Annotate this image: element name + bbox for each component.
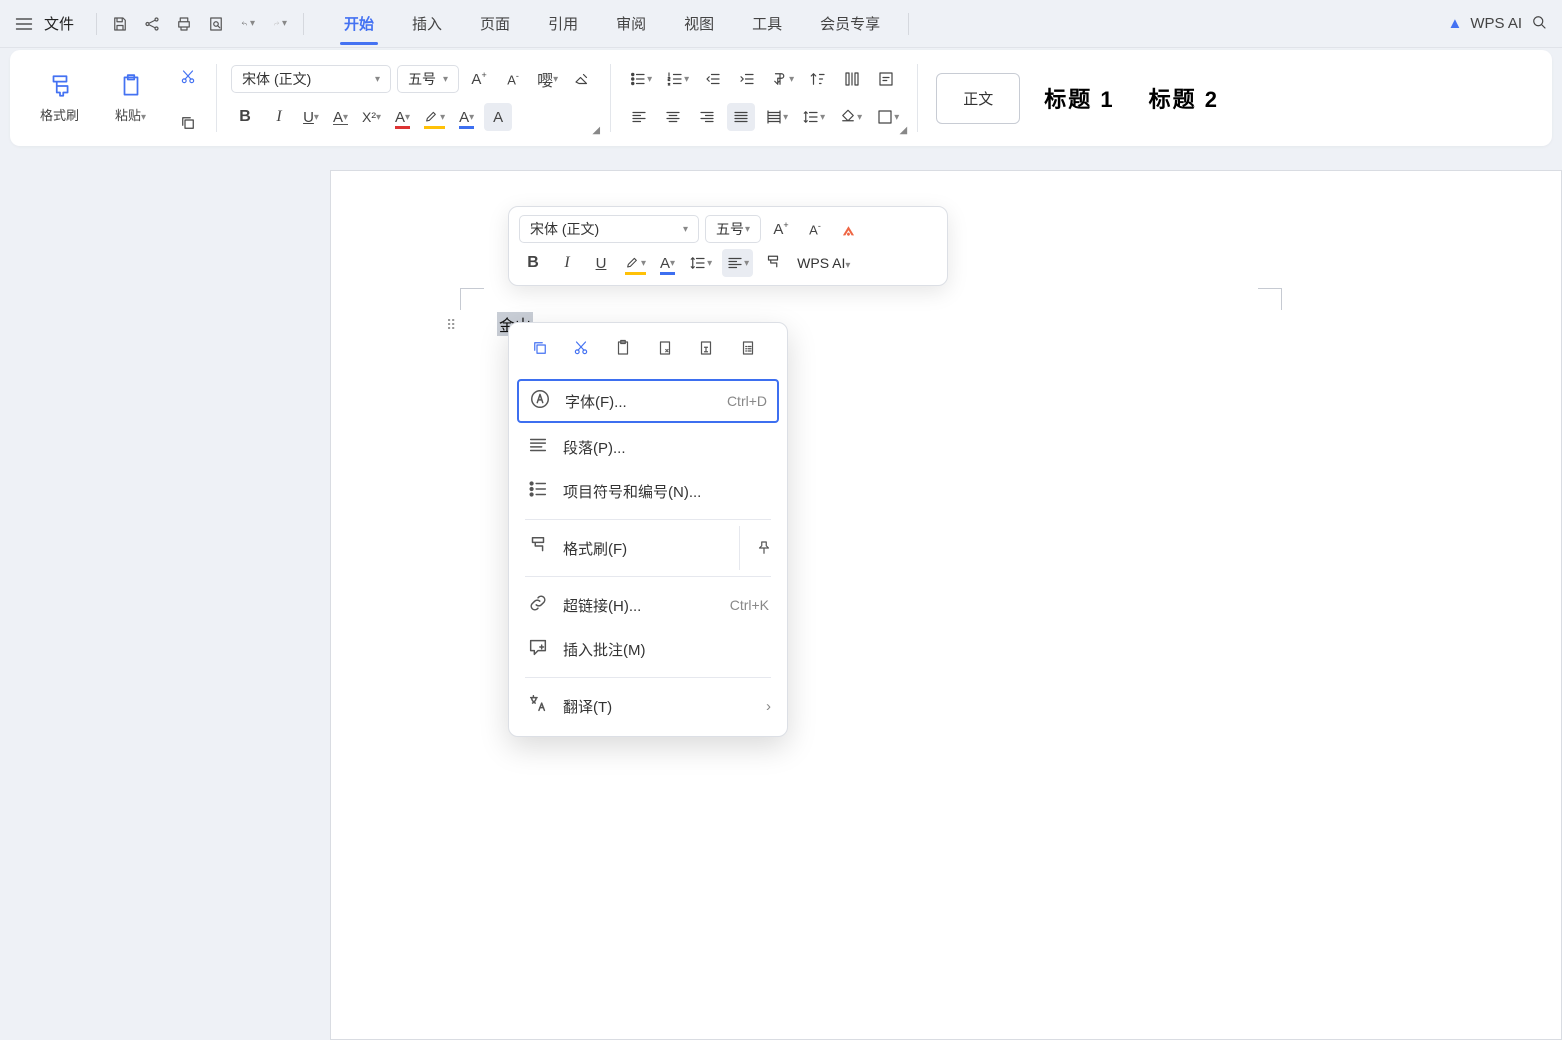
cm-format-painter-item[interactable]: 格式刷(F)	[509, 526, 739, 570]
bold-button[interactable]: B	[231, 103, 259, 131]
search-icon[interactable]	[1530, 13, 1548, 35]
file-menu[interactable]: 文件	[44, 13, 74, 34]
print-preview-icon[interactable]	[205, 13, 227, 35]
grow-font-button[interactable]: A+	[465, 65, 493, 93]
hyperlink-icon	[527, 592, 549, 618]
tab-page[interactable]: 页面	[476, 5, 514, 42]
tab-insert[interactable]: 插入	[408, 5, 446, 42]
copy-button[interactable]	[174, 109, 202, 137]
cm-format-painter-pin-icon[interactable]	[739, 526, 787, 570]
align-distribute-button[interactable]	[838, 65, 866, 93]
cm-bullets-item[interactable]: 项目符号和编号(N)...	[509, 469, 787, 513]
strikethrough-button[interactable]: A▾	[329, 103, 352, 131]
mini-grow-font-button[interactable]: A+	[767, 215, 795, 243]
share-icon[interactable]	[141, 13, 163, 35]
mini-font-family-select[interactable]: 宋体 (正文)▾	[519, 215, 699, 243]
format-painter-menu-icon	[527, 535, 549, 561]
save-icon[interactable]	[109, 13, 131, 35]
undo-button[interactable]: ▾	[237, 13, 259, 35]
mini-wps-ai-button[interactable]: WPS AI▾	[797, 255, 850, 271]
mini-toolbar: 宋体 (正文)▾ 五号▾ A+ A- ⟑ B I U ▾ A▾ ▾ ▾ WPS …	[508, 206, 948, 286]
change-case-button[interactable]: 嘤▾	[533, 65, 562, 93]
numbering-button[interactable]: ▾	[662, 65, 693, 93]
cm-paste-icon[interactable]	[614, 339, 640, 365]
print-icon[interactable]	[173, 13, 195, 35]
margin-mark-right	[1258, 288, 1282, 310]
format-painter-button[interactable]: 格式刷	[32, 69, 87, 128]
align-center-button[interactable]	[659, 103, 687, 131]
tab-references[interactable]: 引用	[544, 5, 582, 42]
mini-italic-button[interactable]: I	[553, 249, 581, 277]
font-size-select[interactable]: 五号▾	[397, 65, 459, 93]
mini-highlight-button[interactable]: ▾	[621, 249, 650, 277]
drag-handle-icon[interactable]: ⠿	[446, 317, 457, 334]
mini-line-spacing-button[interactable]: ▾	[685, 249, 716, 277]
highlight-button[interactable]: ▾	[420, 103, 449, 131]
paste-button[interactable]: 粘贴▾	[107, 69, 154, 128]
paragraph-group-launcher[interactable]: ◢	[900, 125, 908, 136]
paragraph-dialog-icon	[527, 434, 549, 460]
cm-hyperlink-item[interactable]: 超链接(H)... Ctrl+K	[509, 583, 787, 627]
font-dialog-icon	[529, 388, 551, 414]
mini-bold-button[interactable]: B	[519, 249, 547, 277]
font-family-select[interactable]: 宋体 (正文)▾	[231, 65, 391, 93]
style-normal[interactable]: 正文	[936, 73, 1020, 124]
show-marks-button[interactable]	[872, 65, 900, 93]
decrease-indent-button[interactable]	[699, 65, 727, 93]
tab-review[interactable]: 审阅	[612, 5, 650, 42]
mini-underline-button[interactable]: U	[587, 249, 615, 277]
style-heading1[interactable]: 标题 1	[1044, 82, 1114, 114]
super-sub-button[interactable]: X²▾	[358, 103, 385, 131]
mini-font-color-button[interactable]: A▾	[656, 249, 679, 277]
cm-comment-item[interactable]: 插入批注(M)	[509, 627, 787, 671]
tab-view[interactable]: 视图	[680, 5, 718, 42]
wps-ai-button[interactable]: WPS AI	[1470, 15, 1522, 32]
clear-format-button[interactable]	[568, 65, 596, 93]
cm-paste-format-icon[interactable]	[656, 339, 682, 365]
mini-align-button[interactable]: ▾	[722, 249, 753, 277]
cm-cut-icon[interactable]	[572, 339, 598, 365]
align-left-button[interactable]	[625, 103, 653, 131]
translate-icon	[527, 693, 549, 719]
cm-paragraph-item[interactable]: 段落(P)...	[509, 425, 787, 469]
font-color-2-button[interactable]: A▾	[455, 103, 478, 131]
bullets-dialog-icon	[527, 478, 549, 504]
shrink-font-button[interactable]: A-	[499, 65, 527, 93]
text-direction-button[interactable]: ▾	[767, 65, 798, 93]
font-group-launcher[interactable]: ◢	[592, 125, 600, 136]
mini-format-painter-button[interactable]	[759, 249, 787, 277]
increase-indent-button[interactable]	[733, 65, 761, 93]
context-menu: 字体(F)... Ctrl+D 段落(P)... 项目符号和编号(N)... 格…	[508, 322, 788, 737]
style-heading2[interactable]: 标题 2	[1149, 82, 1219, 114]
char-shading-button[interactable]: A	[484, 103, 512, 131]
mini-ai-logo-icon[interactable]: ⟑	[843, 219, 854, 240]
wps-ai-logo-icon: ▲	[1447, 15, 1462, 32]
cm-translate-item[interactable]: 翻译(T) ›	[509, 684, 787, 728]
font-color-button[interactable]: A▾	[391, 103, 414, 131]
margin-mark-left	[460, 288, 484, 310]
cut-button[interactable]	[174, 63, 202, 91]
align-distributed-button[interactable]: ▾	[761, 103, 792, 131]
chevron-right-icon: ›	[766, 698, 771, 715]
line-spacing-button[interactable]: ▾	[798, 103, 829, 131]
align-right-button[interactable]	[693, 103, 721, 131]
align-justify-button[interactable]	[727, 103, 755, 131]
sort-button[interactable]	[804, 65, 832, 93]
italic-button[interactable]: I	[265, 103, 293, 131]
shading-button[interactable]: ▾	[835, 103, 866, 131]
mini-shrink-font-button[interactable]: A-	[801, 215, 829, 243]
cm-copy-icon[interactable]	[531, 339, 557, 365]
cm-paste-list-icon[interactable]	[739, 339, 765, 365]
menu-icon[interactable]	[14, 14, 34, 34]
bullets-button[interactable]: ▾	[625, 65, 656, 93]
redo-button[interactable]: ▾	[269, 13, 291, 35]
tab-member[interactable]: 会员专享	[816, 5, 884, 42]
cm-paste-text-icon[interactable]	[697, 339, 723, 365]
comment-icon	[527, 636, 549, 662]
underline-button[interactable]: U▾	[299, 103, 323, 131]
mini-font-size-select[interactable]: 五号▾	[705, 215, 761, 243]
tab-home[interactable]: 开始	[340, 5, 378, 42]
cm-font-item[interactable]: 字体(F)... Ctrl+D	[517, 379, 779, 423]
tab-tools[interactable]: 工具	[748, 5, 786, 42]
